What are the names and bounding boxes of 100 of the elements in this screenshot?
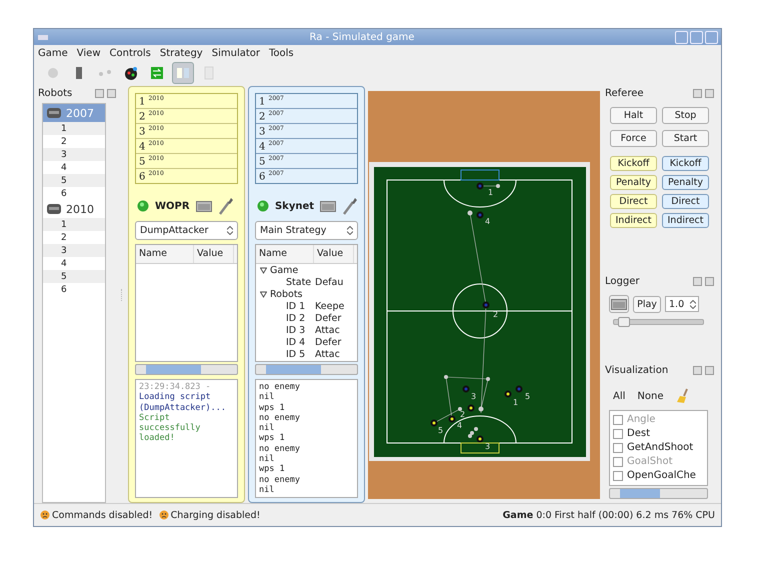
robot-group-row[interactable]: 2010 bbox=[43, 200, 105, 218]
camera-icon bbox=[45, 65, 61, 81]
playback-slider[interactable] bbox=[613, 319, 704, 325]
column-header[interactable]: Name bbox=[256, 245, 314, 263]
close-icon[interactable] bbox=[705, 366, 714, 375]
log-line: nil bbox=[259, 392, 276, 403]
robot-id[interactable]: 6 bbox=[61, 188, 67, 198]
team-robot-slot[interactable]: 1 $^{2010}$ bbox=[136, 94, 237, 109]
robot-id[interactable]: 4 bbox=[61, 258, 67, 268]
team-robot-slot[interactable]: 3 $^{2007}$ bbox=[256, 124, 357, 139]
robot-marker-icon bbox=[504, 390, 512, 398]
team-referee-button[interactable]: Indirect bbox=[662, 213, 709, 228]
referee-button[interactable]: Halt bbox=[610, 107, 657, 124]
robot-number: 2 bbox=[493, 310, 498, 319]
broom-icon[interactable] bbox=[676, 388, 690, 404]
select-all-link[interactable]: All bbox=[613, 390, 626, 402]
float-icon[interactable] bbox=[693, 89, 702, 98]
team-referee-button[interactable]: Direct bbox=[610, 194, 657, 209]
referee-button[interactable]: Stop bbox=[662, 107, 709, 124]
expand-arrow-icon[interactable] bbox=[260, 266, 267, 274]
tree-item-name[interactable]: ID 4 bbox=[256, 337, 313, 348]
team-robot-slot[interactable]: 3 $^{2010}$ bbox=[136, 124, 237, 139]
checkbox[interactable] bbox=[613, 470, 623, 480]
horizontal-scrollbar[interactable] bbox=[135, 364, 238, 375]
tree-item-value: Attac bbox=[314, 325, 341, 336]
robot-id[interactable]: 6 bbox=[61, 284, 67, 294]
checkbox[interactable] bbox=[613, 442, 623, 452]
maximize-button[interactable] bbox=[690, 30, 703, 44]
swap-icon bbox=[149, 65, 165, 81]
team-referee-button[interactable]: Kickoff bbox=[610, 156, 657, 171]
robot-id[interactable]: 5 bbox=[61, 176, 67, 186]
spin-arrows-icon bbox=[347, 226, 353, 235]
tree-item-name[interactable]: ID 1 bbox=[256, 300, 313, 312]
tree-item-name[interactable]: ID 3 bbox=[256, 325, 313, 336]
column-header[interactable]: Value bbox=[314, 245, 354, 263]
robot-id[interactable]: 3 bbox=[61, 150, 67, 160]
horizontal-scrollbar[interactable] bbox=[609, 488, 708, 499]
float-icon[interactable] bbox=[95, 89, 104, 98]
tree-item-name[interactable]: State bbox=[256, 276, 313, 288]
open-log-button[interactable] bbox=[609, 295, 629, 313]
team-referee-button[interactable]: Indirect bbox=[610, 213, 657, 228]
expand-arrow-icon[interactable] bbox=[260, 290, 267, 298]
referee-button[interactable]: Start bbox=[662, 130, 709, 147]
robot-id[interactable]: 1 bbox=[61, 124, 67, 134]
team-robot-slot[interactable]: 1 $^{2007}$ bbox=[256, 94, 357, 109]
robot-id[interactable]: 2 bbox=[61, 136, 67, 146]
tree-item-name[interactable]: Game bbox=[267, 264, 313, 276]
column-header[interactable]: Value bbox=[194, 245, 234, 263]
robot-id[interactable]: 1 bbox=[61, 220, 67, 230]
menu-item[interactable]: Tools bbox=[269, 48, 294, 58]
robot-id[interactable]: 5 bbox=[61, 272, 67, 282]
float-icon[interactable] bbox=[693, 277, 702, 286]
tree-item-name[interactable]: ID 5 bbox=[256, 349, 313, 360]
menu-item[interactable]: Controls bbox=[110, 48, 151, 58]
checkbox[interactable] bbox=[613, 428, 623, 438]
strategy-dropdown[interactable]: DumpAttacker bbox=[135, 221, 238, 240]
slider-thumb[interactable] bbox=[618, 317, 630, 327]
tree-item-value: Defau bbox=[314, 276, 344, 288]
wrench-icon bbox=[342, 197, 358, 215]
visualization-item[interactable]: Dest bbox=[613, 427, 704, 440]
float-icon[interactable] bbox=[693, 366, 702, 375]
robot-id[interactable]: 3 bbox=[61, 246, 67, 256]
log-line: 23:29:34.823 - bbox=[139, 382, 212, 392]
team-referee-button[interactable]: Penalty bbox=[610, 175, 657, 190]
menu-item[interactable]: View bbox=[76, 48, 101, 58]
team-referee-button[interactable]: Direct bbox=[662, 194, 709, 209]
team-referee-button[interactable]: Penalty bbox=[662, 175, 709, 190]
spin-arrows-icon bbox=[227, 226, 233, 235]
column-header[interactable]: Name bbox=[136, 245, 194, 263]
robot-number: 2 bbox=[460, 410, 466, 419]
minimize-button[interactable] bbox=[675, 30, 688, 44]
team-robot-slot[interactable]: 2 $^{2007}$ bbox=[256, 109, 357, 124]
referee-button[interactable]: Force bbox=[610, 130, 657, 147]
tree-item-name[interactable]: ID 2 bbox=[256, 313, 313, 324]
select-none-link[interactable]: None bbox=[637, 390, 664, 402]
tree-item-name[interactable]: Robots bbox=[267, 288, 313, 300]
play-button[interactable]: Play bbox=[633, 296, 661, 312]
close-icon[interactable] bbox=[705, 89, 714, 98]
team-referee-button[interactable]: Kickoff bbox=[662, 156, 709, 171]
team-robot-slot[interactable]: 4 $^{2007}$ bbox=[256, 139, 357, 154]
visualization-item[interactable]: GetAndShoot bbox=[613, 441, 704, 454]
team-robot-slot[interactable]: 2 $^{2010}$ bbox=[136, 109, 237, 124]
robot-id[interactable]: 4 bbox=[61, 162, 67, 172]
team-name: Skynet bbox=[274, 200, 314, 212]
menu-item[interactable]: Game bbox=[38, 48, 68, 58]
close-icon[interactable] bbox=[107, 89, 116, 98]
visualization-item[interactable]: OpenGoalChe bbox=[613, 469, 704, 482]
team-robot-slot[interactable]: 4 $^{2010}$ bbox=[136, 139, 237, 154]
robot-id[interactable]: 2 bbox=[61, 232, 67, 242]
team-robot-slot[interactable]: 6 $^{2007}$ bbox=[256, 169, 357, 183]
strategy-dropdown[interactable]: Main Strategy bbox=[255, 221, 358, 240]
team-robot-slot[interactable]: 5 $^{2010}$ bbox=[136, 154, 237, 169]
menu-item[interactable]: Strategy bbox=[160, 48, 203, 58]
close-button[interactable] bbox=[705, 30, 718, 44]
horizontal-scrollbar[interactable] bbox=[255, 364, 358, 375]
close-icon[interactable] bbox=[705, 277, 714, 286]
team-robot-slot[interactable]: 5 $^{2007}$ bbox=[256, 154, 357, 169]
team-robot-slot[interactable]: 6 $^{2010}$ bbox=[136, 169, 237, 183]
menu-item[interactable]: Simulator bbox=[212, 48, 260, 58]
speed-spinbox[interactable]: 1.0 bbox=[665, 296, 699, 312]
